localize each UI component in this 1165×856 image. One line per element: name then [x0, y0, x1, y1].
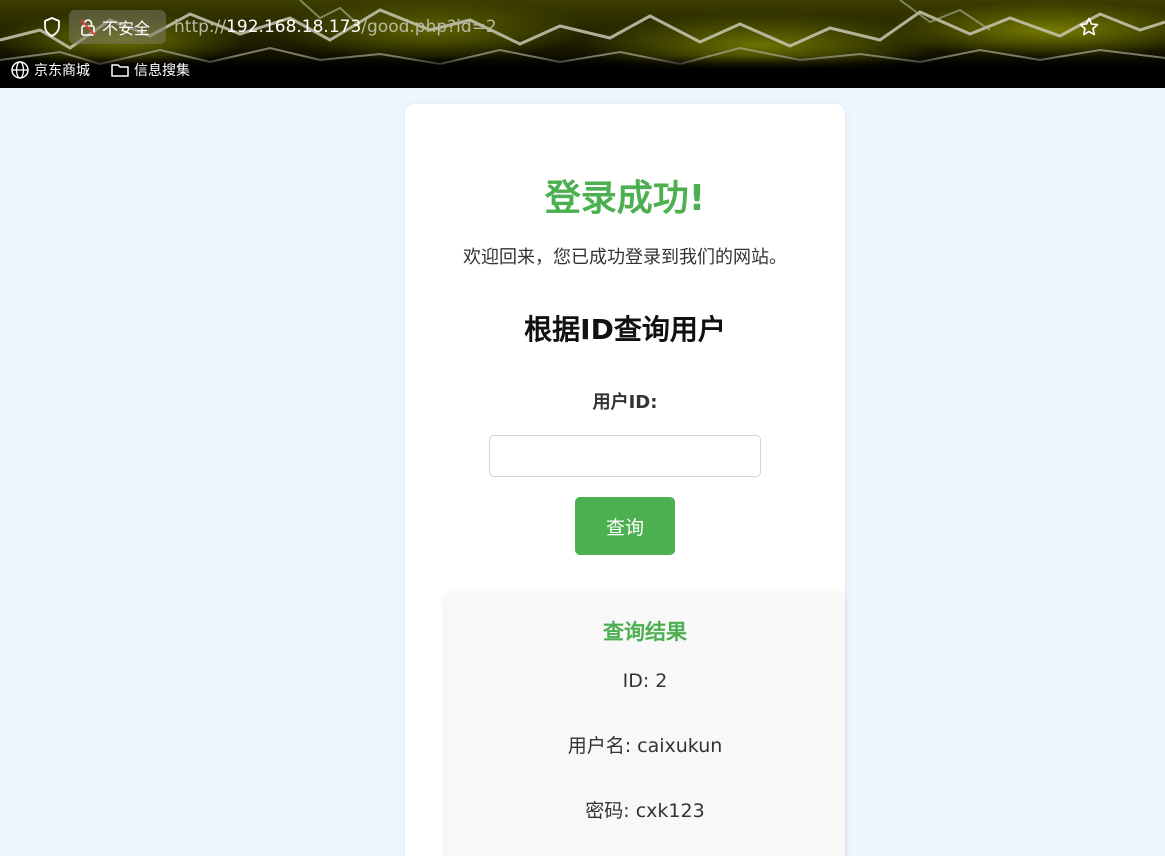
folder-icon [111, 64, 129, 77]
security-label: 不安全 [102, 19, 151, 38]
query-title: 根据ID查询用户 [524, 313, 726, 346]
success-title: 登录成功! [544, 178, 706, 219]
bookmark-folder-info[interactable]: 信息搜集 [110, 58, 190, 82]
security-indicator[interactable]: 不安全 [69, 10, 166, 44]
globe-icon [11, 61, 29, 79]
query-button[interactable]: 查询 [575, 497, 675, 555]
bookmark-star-icon[interactable] [1077, 15, 1101, 39]
result-username: 用户名: caixukun [567, 735, 723, 757]
url-host: 192.168.18.173 [226, 17, 362, 37]
address-bar-url[interactable]: http://192.168.18.173/good.php?id=2 [174, 16, 497, 38]
url-scheme: http:// [174, 17, 227, 37]
url-path: /good.php?id=2 [361, 17, 497, 37]
user-id-label: 用户ID: [592, 392, 658, 413]
insecure-lock-icon [80, 19, 96, 36]
browser-chrome: 不安全 http://192.168.18.173/good.php?id=2 … [0, 0, 1165, 88]
bookmark-label: 信息搜集 [134, 63, 190, 79]
bookmark-label: 京东商城 [34, 63, 90, 79]
user-id-input[interactable] [489, 435, 761, 477]
shield-icon[interactable] [40, 15, 64, 39]
bookmark-jd[interactable]: 京东商城 [10, 58, 90, 82]
result-id: ID: 2 [622, 670, 668, 692]
welcome-text: 欢迎回来，您已成功登录到我们的网站。 [463, 247, 787, 268]
result-password: 密码: cxk123 [585, 800, 705, 822]
result-title: 查询结果 [603, 620, 687, 644]
